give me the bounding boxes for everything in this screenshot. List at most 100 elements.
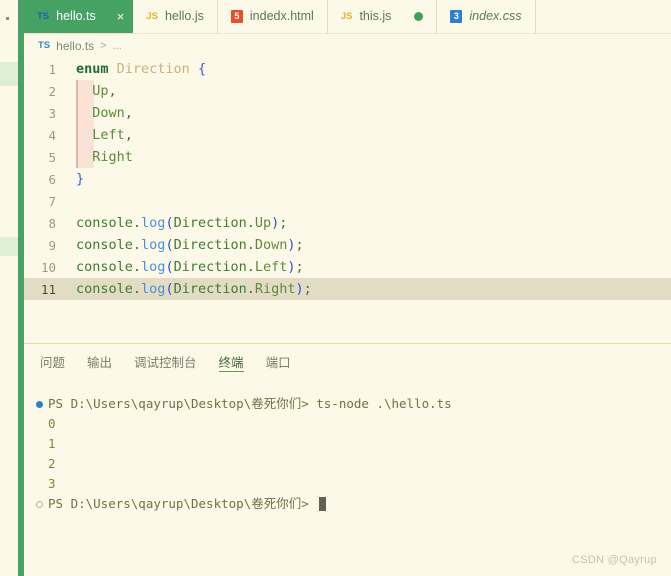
code-token: Direction <box>116 61 190 77</box>
editor-tab-hello-ts[interactable]: TS hello.ts × <box>24 0 134 33</box>
editor-tab-hello-js[interactable]: JS hello.js <box>133 0 218 33</box>
line-number: 10 <box>40 259 56 275</box>
code-line[interactable]: 2 Up, <box>24 80 671 102</box>
code-token: . <box>132 259 142 275</box>
overview-marker-dot <box>6 17 9 20</box>
code-token: ( <box>165 237 174 253</box>
code-text: enum Direction { <box>66 61 206 77</box>
code-line[interactable]: 5 Right <box>24 146 671 168</box>
code-token: ; <box>303 281 312 297</box>
panel-tab[interactable]: 输出 <box>87 344 112 378</box>
code-token: log <box>141 259 166 275</box>
terminal-gutter <box>30 400 48 408</box>
code-text: console.log(Direction.Right); <box>66 281 312 297</box>
line-number: 1 <box>48 61 56 77</box>
code-token: Left <box>92 127 125 143</box>
line-number: 11 <box>40 281 56 297</box>
editor-tab-bar: TS hello.ts × JS hello.js 5 indedx.html JS this.… <box>24 0 671 34</box>
terminal-output-text: 2 <box>48 456 56 471</box>
code-token: Down <box>254 237 288 253</box>
editor-tab-label: hello.js <box>164 9 204 24</box>
code-text: console.log(Direction.Down); <box>66 237 304 253</box>
html5-icon: 5 <box>230 10 243 23</box>
code-line[interactable]: 6} <box>24 168 671 190</box>
code-token: Direction <box>173 259 247 275</box>
code-line[interactable]: 1 enum Direction { <box>24 58 671 80</box>
code-token: ) <box>295 281 304 297</box>
code-editor[interactable]: 1 enum Direction {2 Up, 3 Down, 4 Left, 5 Ri… <box>24 58 671 343</box>
editor-tab-index-css[interactable]: 3 index.css <box>437 0 536 33</box>
editor-tab-indedx-html[interactable]: 5 indedx.html <box>217 0 328 33</box>
overview-highlight-1 <box>0 62 18 86</box>
editor-tab-label: indedx.html <box>249 9 314 24</box>
code-token: . <box>132 215 142 231</box>
bottom-panel: 问题 输出 调试控制台 终端 端口 PS D:\Users\qayrup\Desktop… <box>24 343 671 576</box>
code-token: ) <box>287 237 296 253</box>
code-token: Down <box>92 105 125 121</box>
breadcrumb-ellipsis[interactable]: ... <box>113 40 122 52</box>
code-token: , <box>124 127 133 143</box>
editor-tab-label: this.js <box>359 9 392 24</box>
js-icon: JS <box>340 10 353 22</box>
code-line[interactable]: 8 console.log(Direction.Up); <box>24 212 671 234</box>
code-token: Direction <box>173 215 247 231</box>
code-line[interactable]: 3 Down, <box>24 102 671 124</box>
code-line[interactable]: 9 console.log(Direction.Down); <box>24 234 671 256</box>
code-token: console <box>76 281 133 297</box>
code-token: ; <box>295 237 304 253</box>
chevron-right-icon: > <box>100 40 107 52</box>
code-text: console.log(Direction.Left); <box>66 259 304 275</box>
line-number: 9 <box>48 237 56 253</box>
panel-tab[interactable]: 问题 <box>40 344 65 378</box>
terminal-line: 1 <box>30 434 671 454</box>
code-token: Direction <box>173 237 247 253</box>
breadcrumb-file[interactable]: hello.ts <box>56 39 94 53</box>
code-token: } <box>76 171 85 187</box>
code-token: Direction <box>173 281 247 297</box>
code-line[interactable]: 4 Left, <box>24 124 671 146</box>
terminal-cursor[interactable] <box>319 497 327 511</box>
code-token: ( <box>165 259 174 275</box>
line-number: 4 <box>48 127 56 143</box>
css3-icon: 3 <box>450 10 463 23</box>
code-token: console <box>76 237 133 253</box>
code-line[interactable]: 11 console.log(Direction.Right); <box>24 278 671 300</box>
code-token: log <box>141 281 166 297</box>
terminal-line: PS D:\Users\qayrup\Desktop\卷死你们> ts-node… <box>30 394 671 414</box>
panel-tab[interactable]: 调试控制台 <box>134 344 197 378</box>
terminal-output[interactable]: PS D:\Users\qayrup\Desktop\卷死你们> ts-node… <box>24 378 671 514</box>
line-number: 3 <box>48 105 56 121</box>
code-token: Right <box>92 149 133 165</box>
ts-icon: TS <box>37 10 50 22</box>
close-icon[interactable]: × <box>117 10 125 23</box>
code-token: ( <box>165 215 174 231</box>
command-pending-marker-icon <box>35 500 43 508</box>
unsaved-dot-icon[interactable] <box>414 12 424 21</box>
panel-tab[interactable]: 端口 <box>266 344 291 378</box>
panel-tab[interactable]: 终端 <box>218 344 244 378</box>
line-number: 6 <box>48 171 56 187</box>
editor-tab-label: hello.ts <box>56 9 96 24</box>
code-line[interactable]: 7 <box>24 190 671 212</box>
code-token: enum <box>76 61 109 77</box>
editor-tab-this-js[interactable]: JS this.js <box>327 0 438 33</box>
code-token: { <box>197 61 207 77</box>
terminal-prompt-text: PS D:\Users\qayrup\Desktop\卷死你们> <box>48 496 317 511</box>
code-token: Up <box>92 83 109 99</box>
terminal-line: 0 <box>30 414 671 434</box>
code-token: . <box>132 281 142 297</box>
code-token: . <box>246 259 255 275</box>
terminal-line: 3 <box>30 474 671 494</box>
vscode-window: TS hello.ts × JS hello.js 5 indedx.html JS this.… <box>0 0 671 576</box>
code-line[interactable]: 10 console.log(Direction.Left); <box>24 256 671 278</box>
code-token: ; <box>295 259 304 275</box>
tab-bar-empty-space <box>535 0 671 33</box>
overview-ruler[interactable] <box>0 0 18 576</box>
breadcrumb[interactable]: TS hello.ts > ... <box>24 34 671 58</box>
line-number: 8 <box>48 215 56 231</box>
js-icon: JS <box>146 10 158 22</box>
